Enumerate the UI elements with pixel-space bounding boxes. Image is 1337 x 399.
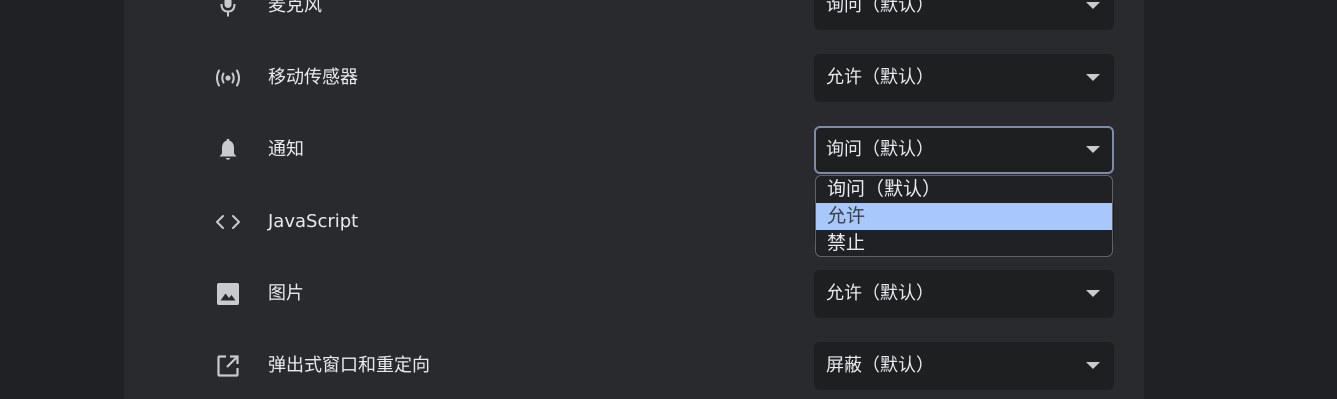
bell-icon [214, 138, 242, 162]
motion-sensor-icon [214, 66, 242, 90]
image-icon [214, 282, 242, 306]
popups-redirects-select[interactable]: 屏蔽（默认） [814, 342, 1114, 390]
code-brackets-icon [214, 210, 242, 234]
chevron-down-icon [1086, 74, 1100, 81]
setting-label-popups-redirects: 弹出式窗口和重定向 [268, 355, 430, 376]
motion-sensors-select[interactable]: 允许（默认） [814, 54, 1114, 102]
notifications-dropdown-list: 询问（默认） 允许 禁止 [815, 175, 1113, 257]
setting-row-images: 图片 允许（默认） [124, 270, 1144, 318]
setting-row-notifications: 通知 询问（默认） [124, 126, 1144, 174]
dropdown-option-allow[interactable]: 允许 [816, 203, 1112, 230]
dropdown-option-block[interactable]: 禁止 [816, 230, 1112, 256]
images-select[interactable]: 允许（默认） [814, 270, 1114, 318]
microphone-select-value: 询问（默认） [826, 0, 934, 16]
open-in-new-icon [214, 354, 242, 378]
setting-label-microphone: 麦克风 [268, 0, 322, 16]
setting-row-motion-sensors: 移动传感器 允许（默认） [124, 54, 1144, 102]
setting-row-popups-redirects: 弹出式窗口和重定向 屏蔽（默认） [124, 342, 1144, 390]
dropdown-option-ask[interactable]: 询问（默认） [816, 176, 1112, 203]
setting-label-images: 图片 [268, 283, 304, 304]
popups-redirects-select-value: 屏蔽（默认） [826, 355, 934, 376]
notifications-select[interactable]: 询问（默认） [814, 126, 1114, 174]
motion-sensors-select-value: 允许（默认） [826, 67, 934, 88]
chevron-down-icon [1086, 146, 1100, 153]
setting-label-javascript: JavaScript [268, 211, 359, 232]
microphone-icon [214, 0, 242, 18]
chevron-down-icon [1086, 290, 1100, 297]
setting-label-notifications: 通知 [268, 139, 304, 160]
setting-row-microphone: 麦克风 询问（默认） [124, 0, 1144, 30]
microphone-select[interactable]: 询问（默认） [814, 0, 1114, 30]
images-select-value: 允许（默认） [826, 283, 934, 304]
setting-label-motion-sensors: 移动传感器 [268, 67, 358, 88]
notifications-select-value: 询问（默认） [826, 139, 934, 160]
chevron-down-icon [1086, 2, 1100, 9]
chevron-down-icon [1086, 362, 1100, 369]
